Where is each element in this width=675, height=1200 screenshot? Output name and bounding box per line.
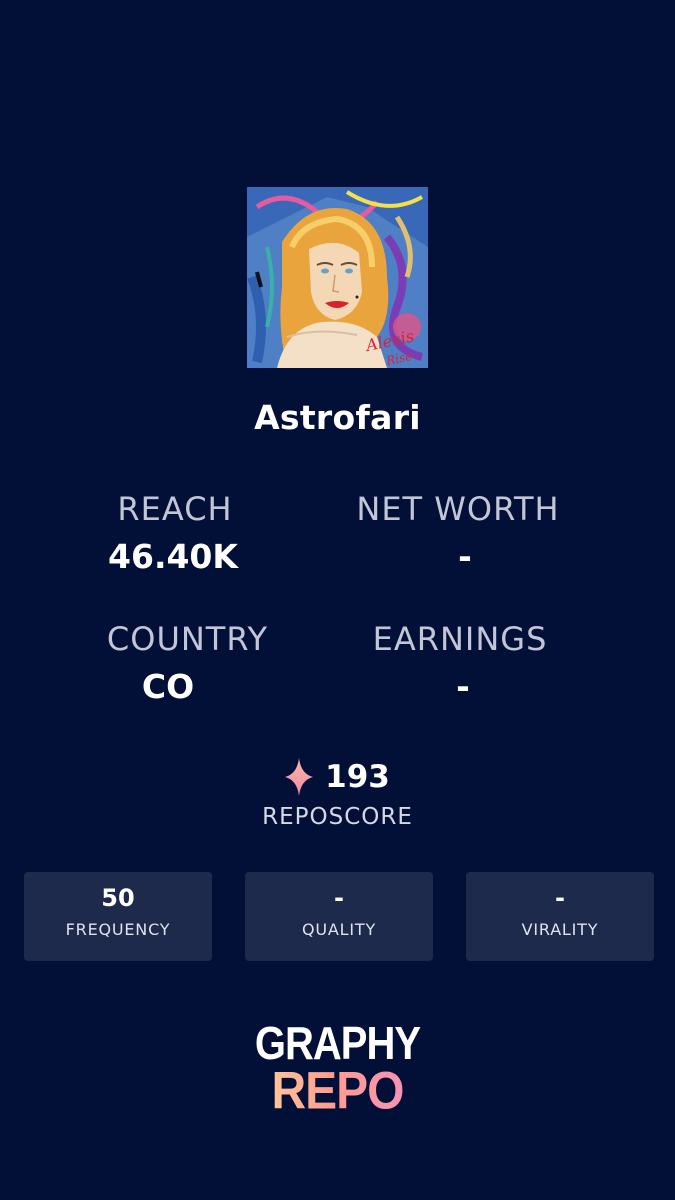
virality-value: -: [555, 884, 565, 912]
net-worth-value: -: [458, 537, 472, 576]
virality-card: - VIRALITY: [466, 872, 654, 961]
logo-line2: REPO: [271, 1062, 404, 1121]
country-label: COUNTRY: [106, 620, 269, 658]
quality-label: QUALITY: [301, 920, 377, 939]
virality-label: VIRALITY: [521, 920, 599, 939]
sparkle-icon: [285, 758, 314, 796]
reposcore-value: 193: [325, 759, 390, 795]
graphy-repo-logo: GRAPHY REPO: [0, 1018, 675, 1121]
frequency-card: 50 FREQUENCY: [24, 872, 212, 961]
frequency-value: 50: [101, 884, 135, 912]
reposcore: 193 REPOSCORE: [0, 758, 675, 830]
country-value: CO: [141, 667, 195, 706]
profile-name: Astrofari: [254, 398, 421, 437]
frequency-label: FREQUENCY: [65, 920, 171, 939]
earnings-value: -: [456, 667, 470, 706]
net-worth-label: NET WORTH: [356, 490, 560, 528]
reach-label: REACH: [117, 490, 233, 528]
quality-value: -: [334, 884, 344, 912]
reposcore-label: REPOSCORE: [262, 804, 413, 830]
quality-card: - QUALITY: [245, 872, 433, 961]
logo-line1: GRAPHY: [254, 1018, 421, 1070]
earnings-label: EARNINGS: [372, 620, 548, 658]
profile-avatar: Alexis Rise: [247, 187, 428, 368]
reach-value: 46.40K: [108, 537, 238, 576]
